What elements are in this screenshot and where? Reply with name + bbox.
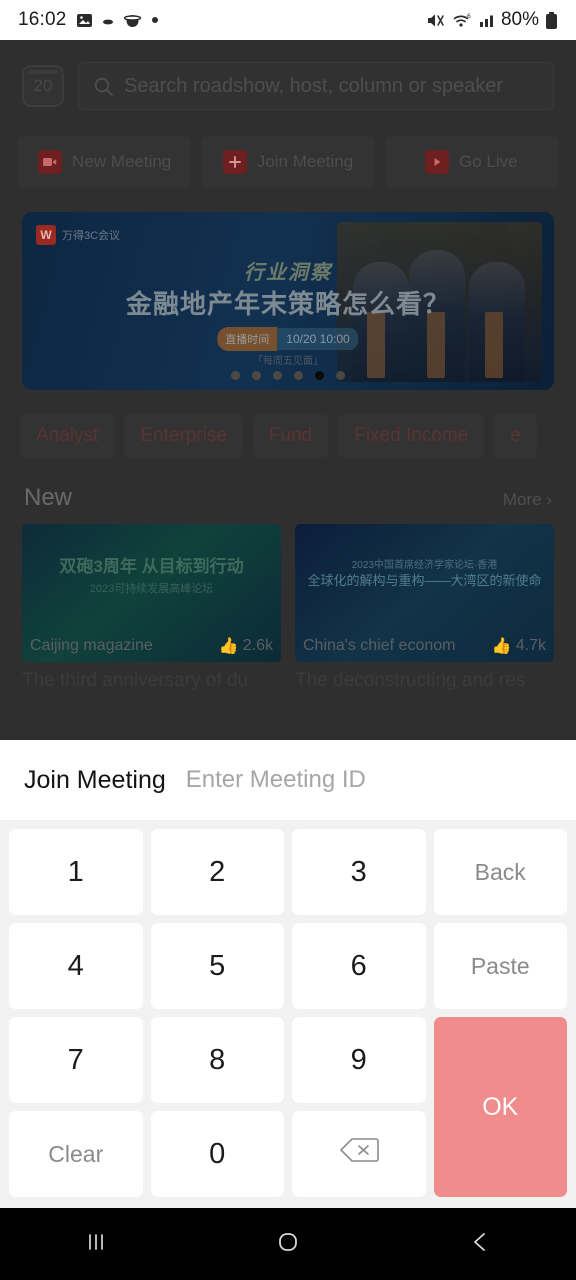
status-bar-right: 6 80% <box>426 9 558 31</box>
meeting-id-input[interactable]: Enter Meeting ID <box>186 766 552 794</box>
key-4[interactable]: 4 <box>9 923 143 1009</box>
key-backspace[interactable] <box>292 1111 426 1197</box>
cloud-icon <box>102 14 114 26</box>
sheet-title: Join Meeting <box>24 765 166 794</box>
key-1[interactable]: 1 <box>9 829 143 915</box>
recents-button[interactable] <box>0 1228 192 1261</box>
key-5[interactable]: 5 <box>150 923 284 1009</box>
dot-icon <box>151 16 159 24</box>
key-8[interactable]: 8 <box>150 1017 284 1103</box>
status-bar-left: 16:02 <box>18 9 159 31</box>
mute-icon <box>426 12 446 29</box>
svg-text:6: 6 <box>467 13 471 20</box>
cellular-signal-icon <box>478 12 495 29</box>
key-2[interactable]: 2 <box>150 829 284 915</box>
status-bar: 16:02 6 80% <box>0 0 576 40</box>
android-navigation-bar <box>0 1208 576 1280</box>
home-button[interactable] <box>192 1227 384 1262</box>
wifi-icon: 6 <box>452 12 472 29</box>
key-back[interactable]: Back <box>433 829 567 915</box>
join-meeting-sheet: Join Meeting Enter Meeting ID 1 2 3 Back… <box>0 740 576 1208</box>
ellipse-icon <box>123 12 142 29</box>
phone-screen: 16:02 6 80% 20 Search roadshow, host, co… <box>0 0 576 1280</box>
modal-scrim[interactable] <box>0 40 576 740</box>
image-icon <box>76 12 93 29</box>
home-icon <box>273 1227 303 1262</box>
recents-icon <box>82 1228 110 1261</box>
key-paste[interactable]: Paste <box>433 923 567 1009</box>
key-6[interactable]: 6 <box>292 923 426 1009</box>
battery-percent-label: 80% <box>500 9 539 30</box>
sheet-header: Join Meeting Enter Meeting ID <box>0 740 576 820</box>
key-9[interactable]: 9 <box>292 1017 426 1103</box>
key-3[interactable]: 3 <box>292 829 426 915</box>
back-icon <box>466 1228 494 1261</box>
key-0[interactable]: 0 <box>150 1111 284 1197</box>
battery-icon <box>545 11 558 30</box>
backspace-icon <box>339 1136 379 1172</box>
numeric-keypad: 1 2 3 Back 4 5 6 Paste 7 8 9 OK Clear 0 <box>0 820 576 1197</box>
key-clear[interactable]: Clear <box>9 1111 143 1197</box>
ok-button[interactable]: OK <box>433 1017 567 1197</box>
back-button[interactable] <box>384 1228 576 1261</box>
key-7[interactable]: 7 <box>9 1017 143 1103</box>
status-bar-clock: 16:02 <box>18 9 67 30</box>
